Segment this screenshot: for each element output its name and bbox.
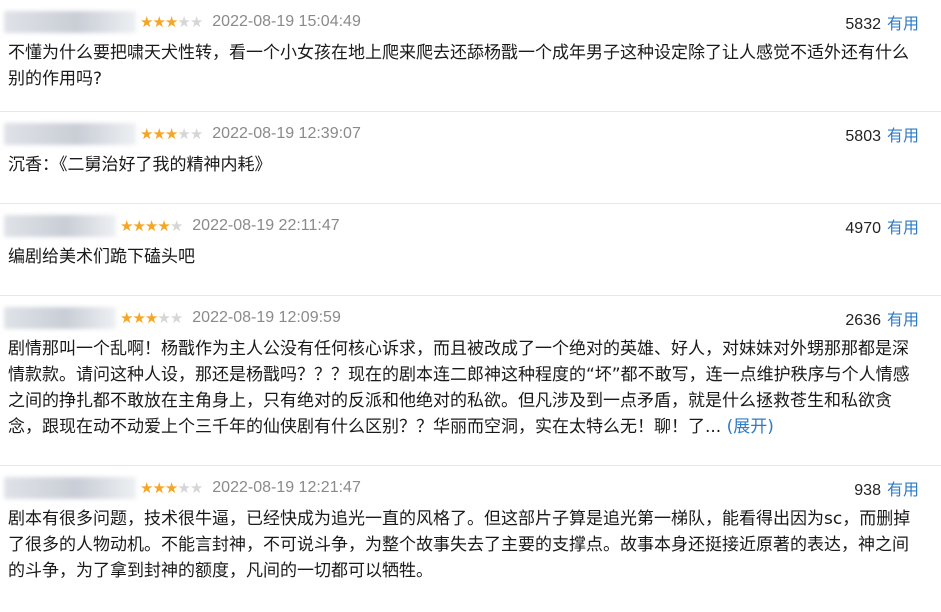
- star-empty-icon: ★: [177, 12, 190, 31]
- useful-button[interactable]: 有用: [887, 128, 919, 145]
- rating-stars: ★★★★★: [140, 124, 203, 143]
- comment-item: ★★★★★ 2022-08-19 15:04:49 5832 有用 不懂为什么要把…: [0, 0, 941, 112]
- comment-text: 沉香：《二舅治好了我的精神内耗》: [8, 152, 921, 178]
- star-filled-icon: ★: [164, 12, 178, 31]
- star-empty-icon: ★: [189, 478, 203, 497]
- comment-text-content: 剧本有很多问题，技术很牛逼，已经快成为追光一直的风格了。但这部片子算是追光第一梯…: [8, 509, 911, 581]
- comment-meta: ★★★★★ 2022-08-19 12:21:47 938 有用: [0, 476, 941, 500]
- vote-area: 5832 有用: [845, 10, 919, 34]
- star-filled-icon: ★: [152, 124, 165, 143]
- star-filled-icon: ★: [140, 124, 153, 143]
- star-filled-icon: ★: [157, 216, 170, 235]
- useful-button[interactable]: 有用: [887, 220, 919, 237]
- avatar-username-blurred[interactable]: [4, 123, 136, 145]
- star-filled-icon: ★: [164, 478, 178, 497]
- comment-item: ★★★★★ 2022-08-19 12:21:47 938 有用 剧本有很多问题，…: [0, 466, 941, 612]
- star-filled-icon: ★: [120, 216, 133, 235]
- useful-button[interactable]: 有用: [887, 482, 919, 499]
- avatar-username-blurred[interactable]: [4, 307, 116, 329]
- rating-stars: ★★★★★: [120, 308, 183, 327]
- comment-meta: ★★★★★ 2022-08-19 22:11:47 4970 有用: [0, 214, 941, 238]
- vote-area: 2636 有用: [845, 306, 919, 330]
- star-empty-icon: ★: [157, 308, 170, 327]
- comment-text-content: 不懂为什么要把啸天犬性转，看一个小女孩在地上爬来爬去还舔杨戬一个成年男子这种设定…: [8, 43, 909, 89]
- comment-item: ★★★★★ 2022-08-19 12:09:59 2636 有用 剧情那叫一个乱…: [0, 296, 941, 466]
- star-filled-icon: ★: [144, 308, 158, 327]
- comment-text: 剧本有很多问题，技术很牛逼，已经快成为追光一直的风格了。但这部片子算是追光第一梯…: [8, 506, 921, 584]
- vote-area: 5803 有用: [845, 122, 919, 146]
- comment-meta: ★★★★★ 2022-08-19 15:04:49 5832 有用: [0, 10, 941, 34]
- vote-count: 938: [854, 482, 881, 499]
- star-filled-icon: ★: [140, 12, 153, 31]
- star-empty-icon: ★: [189, 12, 203, 31]
- comment-item: ★★★★★ 2022-08-19 12:39:07 5803 有用 沉香：《二舅治…: [0, 112, 941, 204]
- star-empty-icon: ★: [189, 124, 203, 143]
- comment-text: 编剧给美术们跪下磕头吧: [8, 244, 921, 270]
- comment-meta: ★★★★★ 2022-08-19 12:39:07 5803 有用: [0, 122, 941, 146]
- comment-text: 剧情那叫一个乱啊！杨戬作为主人公没有任何核心诉求，而且被改成了一个绝对的英雄、好…: [8, 336, 921, 440]
- comment-text-content: 编剧给美术们跪下磕头吧: [8, 247, 195, 267]
- star-filled-icon: ★: [132, 216, 145, 235]
- comment-text-content: 剧情那叫一个乱啊！杨戬作为主人公没有任何核心诉求，而且被改成了一个绝对的英雄、好…: [8, 339, 910, 437]
- useful-button[interactable]: 有用: [887, 312, 919, 329]
- star-filled-icon: ★: [152, 12, 165, 31]
- star-filled-icon: ★: [140, 478, 153, 497]
- avatar-username-blurred[interactable]: [4, 477, 136, 499]
- comment-time: 2022-08-19 12:09:59: [192, 309, 341, 326]
- star-filled-icon: ★: [152, 478, 165, 497]
- star-filled-icon: ★: [144, 216, 158, 235]
- comment-text: 不懂为什么要把啸天犬性转，看一个小女孩在地上爬来爬去还舔杨戬一个成年男子这种设定…: [8, 40, 921, 92]
- vote-count: 5803: [845, 128, 881, 145]
- vote-area: 4970 有用: [845, 214, 919, 238]
- comment-list: ★★★★★ 2022-08-19 15:04:49 5832 有用 不懂为什么要把…: [0, 0, 941, 612]
- vote-count: 2636: [845, 312, 881, 329]
- star-empty-icon: ★: [169, 216, 183, 235]
- star-filled-icon: ★: [164, 124, 178, 143]
- star-empty-icon: ★: [177, 478, 190, 497]
- rating-stars: ★★★★★: [140, 478, 203, 497]
- avatar-username-blurred[interactable]: [4, 11, 136, 33]
- vote-count: 5832: [845, 16, 881, 33]
- comment-time: 2022-08-19 22:11:47: [192, 217, 340, 234]
- vote-count: 4970: [845, 220, 881, 237]
- star-empty-icon: ★: [177, 124, 190, 143]
- vote-area: 938 有用: [854, 476, 919, 500]
- useful-button[interactable]: 有用: [887, 16, 919, 33]
- rating-stars: ★★★★★: [140, 12, 203, 31]
- comment-meta: ★★★★★ 2022-08-19 12:09:59 2636 有用: [0, 306, 941, 330]
- star-filled-icon: ★: [132, 308, 145, 327]
- star-empty-icon: ★: [169, 308, 183, 327]
- expand-link[interactable]: (展开): [727, 417, 774, 437]
- comment-text-content: 沉香：《二舅治好了我的精神内耗》: [8, 155, 272, 175]
- comment-time: 2022-08-19 12:21:47: [212, 479, 361, 496]
- star-filled-icon: ★: [120, 308, 133, 327]
- comment-item: ★★★★★ 2022-08-19 22:11:47 4970 有用 编剧给美术们跪…: [0, 204, 941, 296]
- comment-time: 2022-08-19 15:04:49: [212, 13, 361, 30]
- rating-stars: ★★★★★: [120, 216, 183, 235]
- comment-time: 2022-08-19 12:39:07: [212, 125, 361, 142]
- avatar-username-blurred[interactable]: [4, 215, 116, 237]
